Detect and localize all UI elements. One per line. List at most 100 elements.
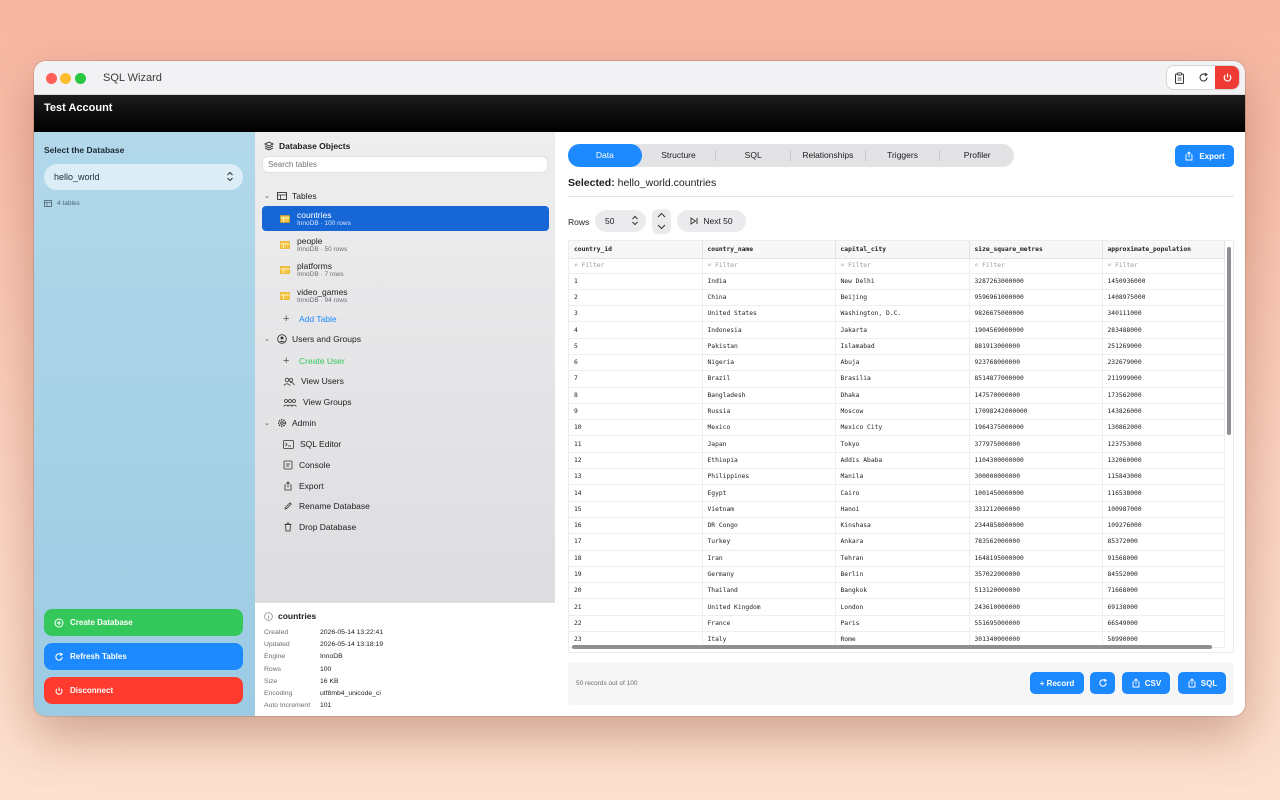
table-cell[interactable]: 340111000 <box>1102 305 1225 323</box>
table-row[interactable]: 21 United Kingdom London 243610000000 691380… <box>569 598 1225 616</box>
table-cell[interactable]: 109276000 <box>1102 517 1225 535</box>
refresh-tables-button[interactable]: Refresh Tables <box>44 643 243 670</box>
chevron-down-icon[interactable] <box>652 221 671 233</box>
table-cell[interactable]: 16 <box>569 517 703 535</box>
filter-input[interactable]: ⌕ Filter <box>969 258 1103 274</box>
table-row[interactable]: 15 Vietnam Hanoi 331212000000 100987000 <box>569 501 1225 518</box>
table-cell[interactable]: 1904569000000 <box>969 321 1103 339</box>
table-row[interactable]: 18 Iran Tehran 1648195000000 91568000 <box>569 550 1225 567</box>
column-header[interactable]: country_id <box>569 241 703 259</box>
table-cell[interactable]: Pakistan <box>702 338 836 355</box>
table-cell[interactable]: 147570000000 <box>969 387 1103 404</box>
table-cell[interactable]: 513120000000 <box>969 582 1103 600</box>
export-button[interactable]: Export <box>1175 145 1234 167</box>
table-row[interactable]: 16 DR Congo Kinshasa 2344858000000 109276000 <box>569 517 1225 535</box>
table-cell[interactable]: Turkey <box>702 533 836 551</box>
column-header[interactable]: country_name <box>702 241 836 259</box>
close-window-button[interactable] <box>46 73 57 84</box>
table-cell[interactable]: 100987000 <box>1102 501 1225 518</box>
table-cell[interactable]: Cairo <box>835 484 970 502</box>
export-sql-button[interactable]: SQL <box>1178 672 1226 694</box>
create-user-button[interactable]: + Create User <box>283 355 345 367</box>
table-cell[interactable]: 130862000 <box>1102 419 1225 437</box>
table-cell[interactable]: 1001450000000 <box>969 484 1103 502</box>
rows-select[interactable]: 50 <box>595 210 646 232</box>
add-record-button[interactable]: + Record <box>1030 672 1084 694</box>
table-cell[interactable]: Thailand <box>702 582 836 600</box>
table-row[interactable]: 5 Pakistan Islamabad 881913000000 251269000 <box>569 338 1225 355</box>
tab-data[interactable]: Data <box>568 144 642 167</box>
table-cell[interactable]: France <box>702 615 836 633</box>
view-groups-button[interactable]: View Groups <box>283 397 352 407</box>
table-cell[interactable]: Japan <box>702 435 836 453</box>
table-cell[interactable]: 5 <box>569 338 703 355</box>
table-cell[interactable]: 551695000000 <box>969 615 1103 633</box>
table-cell[interactable]: 243610000000 <box>969 598 1103 616</box>
table-cell[interactable]: 1450936000 <box>1102 273 1225 290</box>
table-row[interactable]: 12 Ethiopia Addis Ababa 1104300000000 132060… <box>569 452 1225 470</box>
table-row[interactable]: 6 Nigeria Abuja 923768000000 232679000 <box>569 354 1225 372</box>
table-cell[interactable]: 10 <box>569 419 703 437</box>
table-cell[interactable]: 66549000 <box>1102 615 1225 633</box>
tables-section-toggle[interactable]: ⌄ Tables <box>264 191 317 201</box>
table-cell[interactable]: 17098242000000 <box>969 403 1103 421</box>
table-cell[interactable]: Islamabad <box>835 338 970 355</box>
table-cell[interactable]: 9 <box>569 403 703 421</box>
table-item-people[interactable]: people InnoDB · 50 rows <box>262 232 549 257</box>
table-cell[interactable]: 3 <box>569 305 703 323</box>
table-row[interactable]: 19 Germany Berlin 357022000000 84552000 <box>569 566 1225 584</box>
table-cell[interactable]: Brasilia <box>835 370 970 388</box>
table-row[interactable]: 7 Brazil Brasilia 8514877000000 211999000 <box>569 370 1225 388</box>
table-cell[interactable]: 143826000 <box>1102 403 1225 421</box>
table-row[interactable]: 8 Bangladesh Dhaka 147570000000 173562000 <box>569 387 1225 404</box>
table-cell[interactable]: 115843000 <box>1102 468 1225 486</box>
table-cell[interactable]: Vietnam <box>702 501 836 518</box>
table-cell[interactable]: 71668000 <box>1102 582 1225 600</box>
export-csv-button[interactable]: CSV <box>1122 672 1170 694</box>
table-cell[interactable]: 331212000000 <box>969 501 1103 518</box>
table-cell[interactable]: 3287263000000 <box>969 273 1103 290</box>
table-cell[interactable]: 1648195000000 <box>969 550 1103 567</box>
table-row[interactable]: 3 United States Washington, D.C. 9826675000… <box>569 305 1225 323</box>
table-cell[interactable]: 357022000000 <box>969 566 1103 584</box>
table-cell[interactable]: 91568000 <box>1102 550 1225 567</box>
users-groups-section-toggle[interactable]: ⌄ Users and Groups <box>264 334 361 344</box>
export-menu-button[interactable]: Export <box>283 481 324 491</box>
table-item-countries[interactable]: countries InnoDB · 100 rows <box>262 206 549 231</box>
table-cell[interactable]: Dhaka <box>835 387 970 404</box>
tab-profiler[interactable]: Profiler <box>940 144 1014 167</box>
table-cell[interactable]: 4 <box>569 321 703 339</box>
search-tables-input[interactable] <box>262 156 548 173</box>
zoom-window-button[interactable] <box>75 73 86 84</box>
table-cell[interactable]: 14 <box>569 484 703 502</box>
tab-structure[interactable]: Structure <box>642 144 716 167</box>
table-cell[interactable]: 132060000 <box>1102 452 1225 470</box>
table-cell[interactable]: 17 <box>569 533 703 551</box>
table-cell[interactable]: Tehran <box>835 550 970 567</box>
table-cell[interactable]: 1104300000000 <box>969 452 1103 470</box>
table-cell[interactable]: 232679000 <box>1102 354 1225 372</box>
table-cell[interactable]: Beijing <box>835 289 970 307</box>
filter-input[interactable]: ⌕ Filter <box>702 258 836 274</box>
table-cell[interactable]: 1964375000000 <box>969 419 1103 437</box>
table-row[interactable]: 20 Thailand Bangkok 513120000000 71668000 <box>569 582 1225 600</box>
minimize-window-button[interactable] <box>60 73 71 84</box>
table-cell[interactable]: 283488000 <box>1102 321 1225 339</box>
next-page-button[interactable]: Next 50 <box>677 210 746 232</box>
table-cell[interactable]: Berlin <box>835 566 970 584</box>
table-cell[interactable]: 85372000 <box>1102 533 1225 551</box>
table-cell[interactable]: 8 <box>569 387 703 404</box>
drop-database-button[interactable]: Drop Database <box>283 522 356 532</box>
refresh-grid-button[interactable] <box>1090 672 1115 694</box>
table-cell[interactable]: 22 <box>569 615 703 633</box>
table-cell[interactable]: New Delhi <box>835 273 970 290</box>
table-row[interactable]: 10 Mexico Mexico City 1964375000000 13086200… <box>569 419 1225 437</box>
table-cell[interactable]: Moscow <box>835 403 970 421</box>
add-table-button[interactable]: + Add Table <box>283 313 337 325</box>
table-cell[interactable]: London <box>835 598 970 616</box>
table-cell[interactable]: 1 <box>569 273 703 290</box>
table-cell[interactable]: Philippines <box>702 468 836 486</box>
table-cell[interactable]: India <box>702 273 836 290</box>
table-cell[interactable]: Ankara <box>835 533 970 551</box>
filter-input[interactable]: ⌕ Filter <box>569 258 703 274</box>
